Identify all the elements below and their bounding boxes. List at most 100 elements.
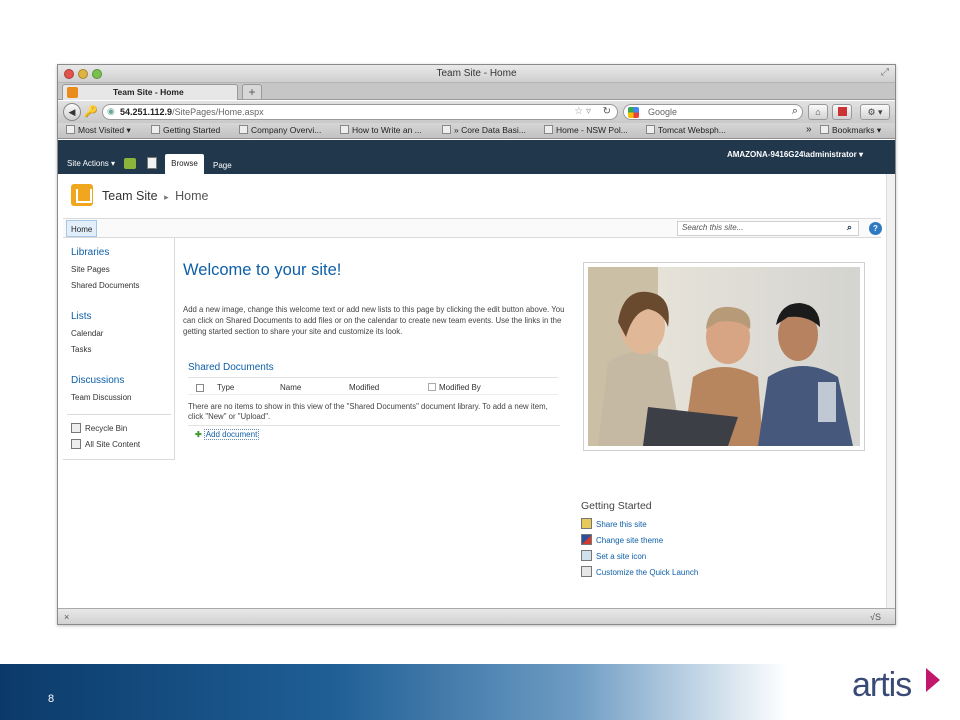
- bookmarks-menu[interactable]: Bookmarks ▾: [820, 125, 881, 136]
- ql-heading-lists[interactable]: Lists: [71, 311, 92, 322]
- browser-window: Team Site - Home ⤢ Team Site - Home + ◀ …: [57, 64, 896, 625]
- set-icon-link[interactable]: Set a site icon: [581, 550, 646, 561]
- slide-number: 8: [48, 693, 55, 705]
- share-site-label: Share this site: [596, 520, 647, 529]
- welcome-text: Add a new image, change this welcome tex…: [183, 305, 565, 336]
- back-button[interactable]: ◀: [63, 103, 81, 121]
- ribbon-tab-page[interactable]: Page: [213, 161, 232, 170]
- column-name[interactable]: Name: [280, 383, 301, 392]
- tab-team-site-home[interactable]: Team Site - Home: [62, 84, 238, 100]
- page-icon: [340, 125, 349, 134]
- site-actions-menu[interactable]: Site Actions ▾: [67, 159, 115, 168]
- change-theme-label: Change site theme: [596, 536, 664, 545]
- bookmark-label: How to Write an ...: [352, 125, 422, 135]
- tools-menu-button[interactable]: ⚙ ▾: [860, 104, 890, 120]
- browser-status-bar: × √S: [58, 608, 895, 624]
- addon-bar-icon[interactable]: √S: [870, 612, 881, 622]
- ql-item-tasks[interactable]: Tasks: [71, 345, 91, 354]
- bookmark-label: Company Overvi...: [251, 125, 322, 135]
- document-list-header: Type Name Modified Modified By: [188, 381, 558, 395]
- page-icon: [239, 125, 248, 134]
- slide: Team Site - Home ⤢ Team Site - Home + ◀ …: [0, 0, 960, 720]
- identity-key-icon[interactable]: 🔑: [84, 105, 98, 118]
- bookmark-company-overview[interactable]: Company Overvi...: [239, 125, 321, 135]
- help-icon[interactable]: ?: [869, 222, 882, 235]
- ql-all-site-content[interactable]: All Site Content: [71, 439, 140, 449]
- search-icon[interactable]: ⌕: [792, 105, 798, 118]
- bookmark-star-icon[interactable]: ☆ ▿: [574, 106, 591, 117]
- edit-page-icon[interactable]: [147, 157, 157, 169]
- slide-footer-band: [0, 664, 960, 720]
- customize-quick-launch-link[interactable]: Customize the Quick Launch: [581, 566, 698, 577]
- add-document-link[interactable]: ✚ Add document: [195, 429, 260, 440]
- bookmark-tomcat[interactable]: Tomcat Websph...: [646, 125, 726, 135]
- site-icon-icon: [581, 550, 592, 561]
- breadcrumb-separator: ▸: [164, 192, 169, 202]
- ql-item-site-pages[interactable]: Site Pages: [71, 265, 110, 274]
- add-document-label: Add document: [203, 429, 260, 440]
- site-identity-icon: ◉: [107, 106, 115, 116]
- getting-started-title: Getting Started: [581, 500, 652, 512]
- sharepoint-ribbon: Site Actions ▾ Browse Page AMAZONA-9416G…: [58, 140, 895, 174]
- bookmark-home-nsw[interactable]: Home - NSW Pol...: [544, 125, 628, 135]
- bookmark-most-visited[interactable]: Most Visited ▾: [66, 125, 131, 136]
- change-theme-link[interactable]: Change site theme: [581, 534, 663, 545]
- select-all-checkbox[interactable]: [196, 384, 204, 392]
- column-modified-by[interactable]: Modified By: [428, 383, 481, 392]
- reload-icon[interactable]: ↻: [603, 106, 611, 117]
- ql-heading-libraries[interactable]: Libraries: [71, 247, 109, 258]
- share-icon: [581, 518, 592, 529]
- stop-square-icon: [837, 107, 847, 116]
- web-search-box[interactable]: Google ⌕: [623, 104, 803, 120]
- bookmark-label: Most Visited ▾: [78, 125, 131, 135]
- column-modified-by-label: Modified By: [439, 383, 481, 392]
- vertical-scrollbar[interactable]: [886, 174, 895, 608]
- close-icon[interactable]: ×: [64, 612, 69, 622]
- user-menu[interactable]: AMAZONA-9416G24\administrator ▾: [727, 150, 863, 159]
- page-icon: [544, 125, 553, 134]
- navigation-toolbar: ◀ 🔑 ◉ 54.251.112.9/SitePages/Home.aspx ☆…: [58, 101, 895, 123]
- customize-quick-launch-label: Customize the Quick Launch: [596, 568, 699, 577]
- search-icon[interactable]: ⌕: [847, 222, 852, 233]
- share-site-link[interactable]: Share this site: [581, 518, 647, 529]
- site-logo-icon[interactable]: [71, 184, 93, 206]
- set-icon-label: Set a site icon: [596, 552, 647, 561]
- recycle-bin-icon: [71, 423, 81, 433]
- ql-recycle-bin[interactable]: Recycle Bin: [71, 423, 127, 433]
- navigate-up-icon[interactable]: [124, 158, 136, 169]
- bookmark-getting-started[interactable]: Getting Started: [151, 125, 220, 135]
- address-bar[interactable]: ◉ 54.251.112.9/SitePages/Home.aspx ☆ ▿ ↻: [102, 104, 618, 120]
- ribbon-tab-browse[interactable]: Browse: [165, 154, 204, 174]
- site-title-link[interactable]: Team Site: [102, 189, 158, 203]
- bookmark-how-to-write[interactable]: How to Write an ...: [340, 125, 422, 135]
- artis-chevron-icon: [926, 668, 940, 692]
- window-titlebar: Team Site - Home ⤢: [58, 65, 895, 83]
- shared-documents-title[interactable]: Shared Documents: [188, 362, 558, 378]
- new-tab-button[interactable]: +: [242, 84, 262, 99]
- window-title: Team Site - Home: [436, 68, 517, 79]
- bookmarks-overflow-chevron[interactable]: »: [806, 124, 812, 135]
- fullscreen-icon[interactable]: ⤢: [881, 67, 889, 78]
- site-search-input[interactable]: Search this site... ⌕: [677, 221, 859, 236]
- bookmark-core-data[interactable]: » Core Data Basi...: [442, 125, 526, 135]
- welcome-title: Welcome to your site!: [183, 261, 342, 279]
- google-icon[interactable]: [628, 107, 639, 118]
- ql-item-team-discussion[interactable]: Team Discussion: [71, 393, 131, 402]
- home-button[interactable]: ⌂: [808, 104, 828, 120]
- web-search-placeholder: Google: [648, 107, 678, 117]
- column-modified[interactable]: Modified: [349, 383, 379, 392]
- topnav-home-link[interactable]: Home: [66, 220, 98, 237]
- customize-icon: [581, 566, 592, 577]
- tab-label: Team Site - Home: [113, 87, 184, 97]
- url-host: 54.251.112.9: [120, 107, 173, 117]
- folder-icon: [66, 125, 75, 134]
- team-meeting-photo: [588, 267, 860, 446]
- ql-item-shared-documents[interactable]: Shared Documents: [71, 281, 139, 290]
- url-text[interactable]: 54.251.112.9/SitePages/Home.aspx: [120, 107, 264, 117]
- welcome-image: [583, 262, 865, 451]
- column-type[interactable]: Type: [217, 383, 234, 392]
- ql-heading-discussions[interactable]: Discussions: [71, 375, 124, 386]
- bookmark-label: Tomcat Websph...: [658, 125, 726, 135]
- ql-item-calendar[interactable]: Calendar: [71, 329, 103, 338]
- addon-button[interactable]: [832, 104, 852, 120]
